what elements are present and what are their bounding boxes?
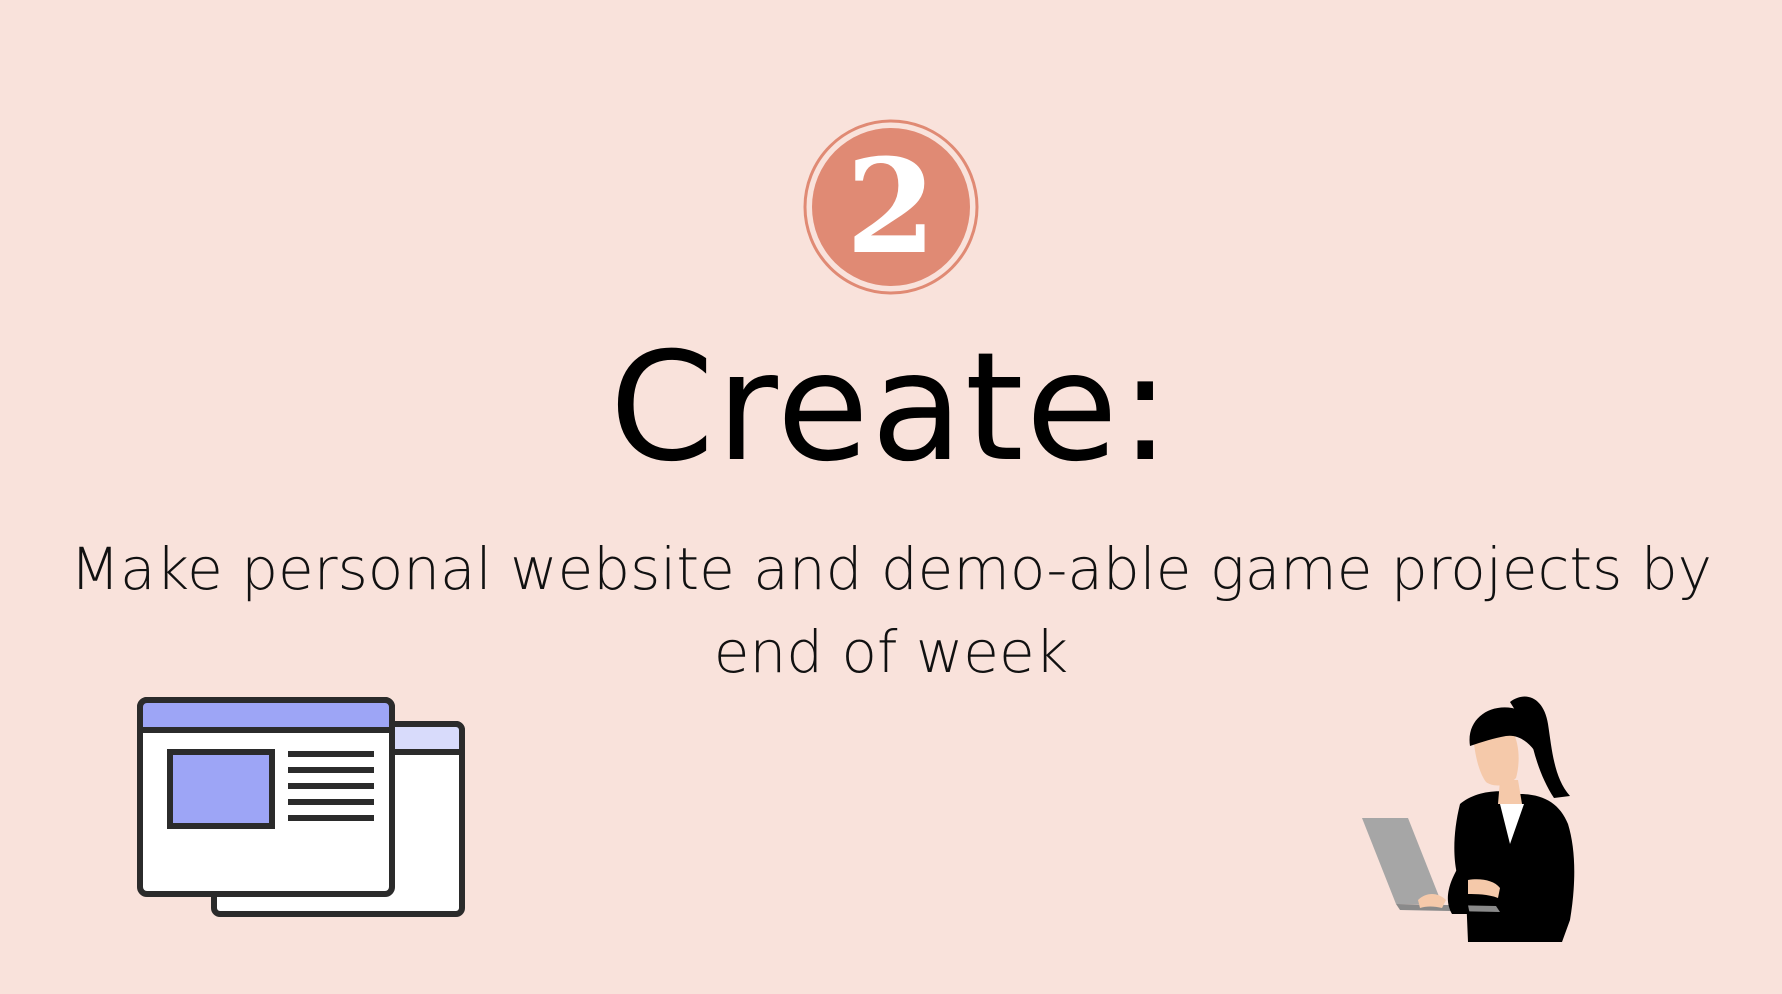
step-badge-circle-icon: 2: [803, 119, 979, 295]
page-title: Create:: [609, 321, 1173, 495]
step-number: 2: [846, 130, 936, 283]
browser-windows-icon: [136, 696, 472, 922]
page-subtitle: Make personal website and demo-able game…: [70, 535, 1712, 686]
slide: 2 Create: Make personal website and demo…: [0, 0, 1782, 994]
step-number-badge: 2: [802, 118, 980, 296]
woman-with-laptop-illustration: [1348, 694, 1610, 946]
